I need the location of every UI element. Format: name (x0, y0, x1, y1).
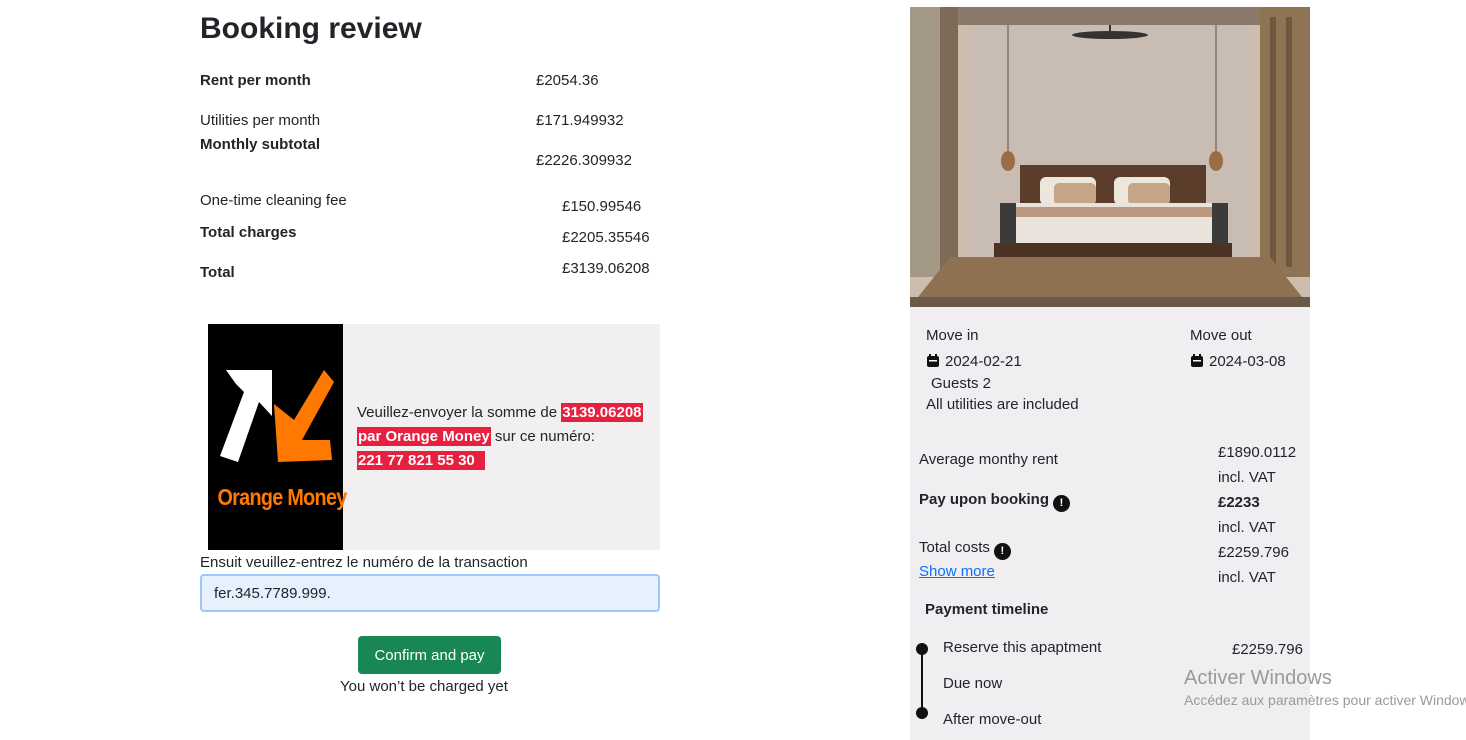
total-costs-text: Total costs (919, 539, 990, 556)
activation-watermark-title: Activer Windows (1184, 667, 1332, 689)
timeline-line (921, 649, 923, 713)
info-icon[interactable]: ! (1053, 495, 1070, 512)
move-out-date: 2024-03-08 (1190, 353, 1286, 370)
instructions-text-2: sur ce numéro: (490, 428, 595, 445)
average-rent-value: £1890.0112 (1218, 444, 1297, 461)
pay-upon-booking-label: Pay upon booking! (919, 491, 1070, 512)
timeline-after-move-out-label: After move-out (943, 711, 1042, 728)
rent-value: £2054.36 (536, 72, 599, 89)
orange-money-panel: Orange Money Veuillez-envoyer la somme d… (208, 324, 660, 550)
total-costs-value: £2259.796 (1218, 544, 1289, 561)
payment-instructions: Veuillez-envoyer la somme de 3139.06208 … (357, 401, 662, 473)
total-costs-vat: incl. VAT (1218, 569, 1276, 586)
pay-upon-booking-value: £2233 (1218, 494, 1260, 511)
total-value: £3139.06208 (562, 260, 650, 277)
confirm-and-pay-button[interactable]: Confirm and pay (358, 636, 501, 674)
move-in-label: Move in (926, 327, 979, 344)
average-rent-vat: incl. VAT (1218, 469, 1276, 486)
payment-method-highlight: par Orange Money (357, 427, 491, 446)
total-charges-label: Total charges (200, 224, 297, 241)
bedroom-photo-illustration (910, 7, 1310, 307)
utilities-included-note: All utilities are included (926, 396, 1079, 413)
timeline-reserve-value: £2259.796 (1232, 641, 1303, 658)
timeline-due-now-label: Due now (943, 675, 1003, 692)
move-out-label: Move out (1190, 327, 1252, 344)
orange-money-logo: Orange Money (208, 324, 347, 550)
timeline-dot (916, 643, 928, 655)
not-charged-note: You won’t be charged yet (340, 678, 508, 695)
payment-timeline-title: Payment timeline (925, 601, 1049, 618)
cleaning-fee-value: £150.99546 (562, 198, 642, 215)
total-label: Total (200, 264, 235, 281)
utilities-value: £171.949932 (536, 112, 624, 129)
total-charges-value: £2205.35546 (562, 229, 650, 246)
transaction-number-input[interactable] (200, 574, 660, 612)
activation-watermark-subtitle: Accédez aux paramètres pour activer Wind… (1184, 692, 1466, 708)
average-rent-label: Average monthy rent (919, 451, 1058, 468)
page-title: Booking review (200, 12, 422, 45)
instructions-text-1: Veuillez-envoyer la somme de (357, 404, 562, 421)
transaction-label: Ensuit veuillez-entrez le numéro de la t… (200, 554, 528, 571)
total-costs-label: Total costs! (919, 539, 1011, 560)
subtotal-value: £2226.309932 (536, 152, 632, 169)
calendar-icon (927, 354, 939, 367)
pay-upon-booking-vat: incl. VAT (1218, 519, 1276, 536)
cleaning-fee-label: One-time cleaning fee (200, 192, 347, 209)
orange-money-wordmark: Orange Money (217, 484, 347, 510)
info-icon[interactable]: ! (993, 543, 1011, 560)
pay-upon-booking-text: Pay upon booking (919, 491, 1049, 508)
move-out-date-text: 2024-03-08 (1209, 353, 1286, 370)
subtotal-label: Monthly subtotal (200, 136, 320, 153)
show-more-link[interactable]: Show more (919, 563, 995, 580)
timeline-dot (916, 707, 928, 719)
calendar-icon (1191, 354, 1203, 367)
utilities-label: Utilities per month (200, 112, 321, 129)
timeline-reserve-label: Reserve this apaptment (943, 639, 1102, 656)
orange-money-arrows-icon (220, 370, 334, 462)
guests-count: Guests 2 (931, 375, 992, 392)
move-in-date-text: 2024-02-21 (945, 353, 1022, 370)
payment-amount-highlight: 3139.06208 (561, 403, 643, 422)
payment-phone-highlight: 221 77 821 55 30 (357, 451, 485, 470)
move-in-date: 2024-02-21 (926, 353, 1022, 370)
rent-label: Rent per month (200, 72, 311, 89)
bedroom-photo (910, 7, 1310, 307)
